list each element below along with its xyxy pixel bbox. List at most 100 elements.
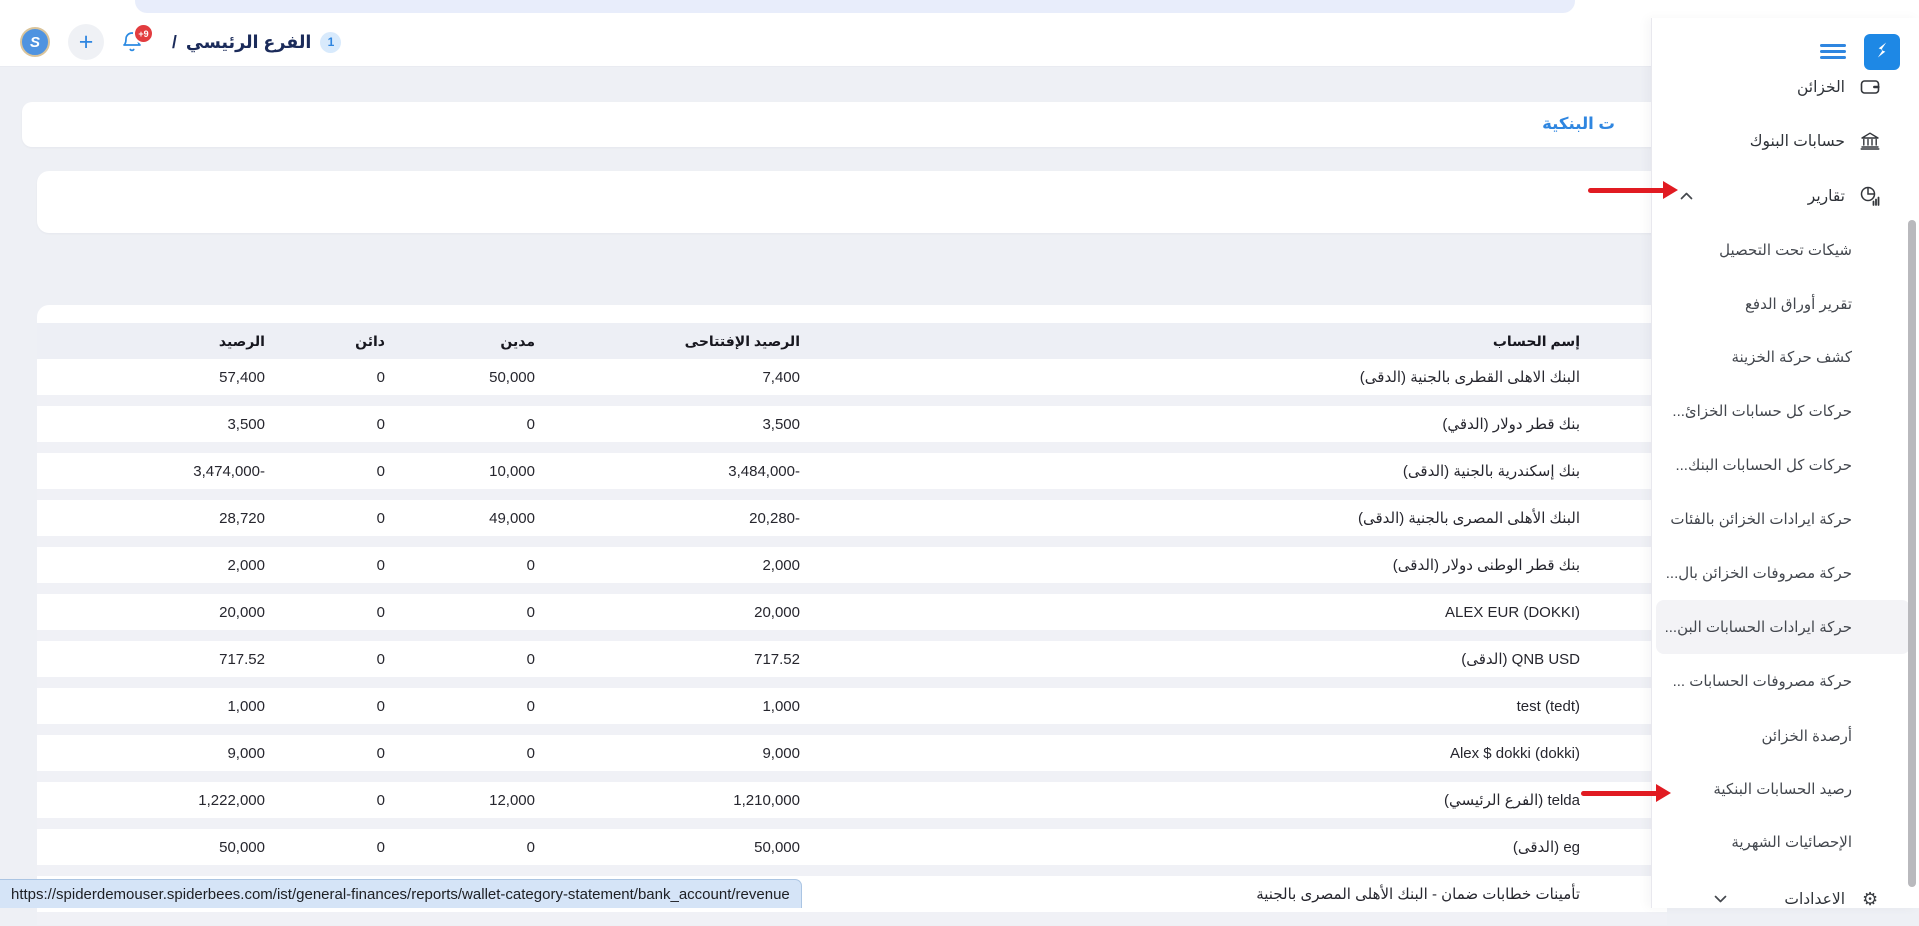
- sidebar-item-3[interactable]: تقارير: [1652, 169, 1919, 223]
- status-url-tooltip: https://spiderdemouser.spiderbees.com/is…: [0, 879, 802, 908]
- table-row[interactable]: 20,0000020,000ALEX EUR (DOKKI): [37, 594, 1667, 630]
- sidebar-item-9[interactable]: حركة ايرادات الخزائن بالفئات: [1652, 492, 1919, 546]
- table-row[interactable]: 717.5200717.52QNB USD (الدقى): [37, 641, 1667, 677]
- sidebar-item-label: حركات كل حسابات الخزائ...: [1672, 402, 1852, 420]
- cell-opening-balance: 3,484,000-: [535, 463, 800, 480]
- column-header-account-name: إسم الحساب: [800, 333, 1667, 350]
- sidebar-item-label: الاعدادات: [1784, 890, 1845, 909]
- cell-credit: 0: [265, 604, 385, 621]
- sidebar-item-label: الخزائن: [1797, 78, 1845, 97]
- table-row[interactable]: 28,720049,00020,280-البنك الأهلى المصرى …: [37, 500, 1667, 536]
- sidebar-item-14[interactable]: رصيد الحسابات البنكية: [1652, 762, 1919, 816]
- cell-balance: 1,222,000: [37, 792, 265, 809]
- scrollbar-thumb[interactable]: [1908, 220, 1916, 887]
- cell-debit: 10,000: [385, 463, 535, 480]
- breadcrumb-separator: /: [172, 32, 177, 53]
- cell-debit: 0: [385, 698, 535, 715]
- sidebar-item-label: حركة مصروفات الحسابات ...: [1673, 672, 1852, 690]
- reports-icon: [1859, 185, 1881, 207]
- sidebar-item-label: حسابات البنوك: [1750, 132, 1845, 151]
- sidebar-item-11[interactable]: حركة ايرادات الحسابات البن...: [1656, 600, 1910, 654]
- annotation-arrow-reports: [1588, 181, 1678, 199]
- cell-debit: 12,000: [385, 792, 535, 809]
- cell-opening-balance: 50,000: [535, 839, 800, 856]
- sidebar-item-label: تقرير أوراق الدفع: [1745, 295, 1852, 313]
- sidebar-item-label: حركات كل الحسابات البنك...: [1675, 456, 1852, 474]
- table-row[interactable]: 3,474,000-010,0003,484,000-بنك إسكندرية …: [37, 453, 1667, 489]
- cell-balance: 50,000: [37, 839, 265, 856]
- sidebar-item-16[interactable]: ⚙ الاعدادات: [1652, 872, 1919, 926]
- sidebar-item-12[interactable]: حركة مصروفات الحسابات ...: [1652, 654, 1919, 708]
- column-header-credit: دائن: [265, 333, 385, 350]
- sidebar-item-15[interactable]: الإحصائيات الشهرية: [1652, 815, 1919, 869]
- cell-debit: 0: [385, 745, 535, 762]
- table-row[interactable]: 50,0000050,000eg (الدقى): [37, 829, 1667, 865]
- cell-balance: 3,500: [37, 416, 265, 433]
- sidebar-item-6[interactable]: كشف حركة الخزينة: [1652, 330, 1919, 384]
- sidebar-item-1[interactable]: الخزائن: [1652, 60, 1919, 114]
- sidebar-item-label: شيكات تحت التحصيل: [1719, 241, 1852, 259]
- notifications-button[interactable]: +9: [120, 29, 144, 55]
- sidebar-item-2[interactable]: حسابات البنوك: [1652, 114, 1919, 168]
- cell-debit: 49,000: [385, 510, 535, 527]
- bell-icon: [120, 42, 144, 59]
- cell-account-name: eg (الدقى): [800, 838, 1667, 856]
- cell-balance: 1,000: [37, 698, 265, 715]
- brand-logo-circle[interactable]: S: [20, 27, 50, 57]
- cell-credit: 0: [265, 651, 385, 668]
- cell-balance: 2,000: [37, 557, 265, 574]
- brand-logo-letter: S: [30, 34, 40, 51]
- cell-debit: 50,000: [385, 369, 535, 386]
- sidebar-item-label: أرصدة الخزائن: [1761, 727, 1852, 745]
- app-header: S + +9 1 الفرع الرئيسي /: [0, 18, 1919, 67]
- sidebar-item-label: تقارير: [1808, 187, 1845, 206]
- cell-balance: 57,400: [37, 369, 265, 386]
- chevron-up-icon: [1680, 192, 1693, 200]
- cell-opening-balance: 717.52: [535, 651, 800, 668]
- sidebar-item-label: الإحصائيات الشهرية: [1731, 833, 1852, 851]
- sidebar-item-5[interactable]: تقرير أوراق الدفع: [1652, 277, 1919, 331]
- sidebar-item-label: رصيد الحسابات البنكية: [1713, 780, 1852, 798]
- cell-debit: 0: [385, 651, 535, 668]
- breadcrumb[interactable]: 1 الفرع الرئيسي /: [172, 32, 341, 53]
- cell-opening-balance: 20,000: [535, 604, 800, 621]
- table-row[interactable]: 1,222,000012,0001,210,000telda (الفرع ال…: [37, 782, 1667, 818]
- sidebar-item-13[interactable]: أرصدة الخزائن: [1652, 709, 1919, 763]
- cell-account-name: بنك قطر دولار (الدقي): [800, 415, 1667, 433]
- table-row[interactable]: 9,000009,000Alex $ dokki (dokki): [37, 735, 1667, 771]
- cell-account-name: بنك قطر الوطنى دولار (الدقى): [800, 556, 1667, 574]
- cell-account-name: Alex $ dokki (dokki): [800, 745, 1667, 762]
- cell-account-name: ALEX EUR (DOKKI): [800, 604, 1667, 621]
- sidebar-item-label: حركة ايرادات الخزائن بالفئات: [1670, 510, 1852, 528]
- table-row[interactable]: 57,400050,0007,400البنك الاهلى القطرى با…: [37, 359, 1667, 395]
- table-row[interactable]: 1,000001,000test (tedt): [37, 688, 1667, 724]
- sidebar-item-8[interactable]: حركات كل الحسابات البنك...: [1652, 438, 1919, 492]
- cell-credit: 0: [265, 839, 385, 856]
- sidebar-item-7[interactable]: حركات كل حسابات الخزائ...: [1652, 384, 1919, 438]
- table-row[interactable]: 2,000002,000بنك قطر الوطنى دولار (الدقى): [37, 547, 1667, 583]
- cell-balance: 717.52: [37, 651, 265, 668]
- branch-count-badge: 1: [320, 32, 341, 53]
- add-button[interactable]: +: [68, 24, 104, 60]
- table-row[interactable]: 3,500003,500بنك قطر دولار (الدقي): [37, 406, 1667, 442]
- cell-account-name: telda (الفرع الرئيسي): [800, 791, 1667, 809]
- cell-account-name: بنك إسكندرية بالجنية (الدقى): [800, 462, 1667, 480]
- page-title: ت البنكية: [1542, 102, 1615, 147]
- cell-debit: 0: [385, 604, 535, 621]
- cell-opening-balance: 7,400: [535, 369, 800, 386]
- cell-credit: 0: [265, 792, 385, 809]
- table-card-top: [37, 305, 1667, 323]
- cell-opening-balance: 20,280-: [535, 510, 800, 527]
- cell-account-name: test (tedt): [800, 698, 1667, 715]
- sidebar-item-4[interactable]: شيكات تحت التحصيل: [1652, 223, 1919, 277]
- cell-opening-balance: 1,210,000: [535, 792, 800, 809]
- cell-opening-balance: 1,000: [535, 698, 800, 715]
- cell-opening-balance: 9,000: [535, 745, 800, 762]
- cell-balance: 9,000: [37, 745, 265, 762]
- sidebar-item-10[interactable]: حركة مصروفات الخزائن بال...: [1652, 546, 1919, 600]
- sidebar-item-label: كشف حركة الخزينة: [1731, 348, 1852, 366]
- header-left-cluster: S + +9 1 الفرع الرئيسي /: [20, 18, 341, 66]
- column-header-balance: الرصيد: [37, 333, 265, 350]
- gear-icon: ⚙: [1859, 888, 1881, 910]
- column-header-opening-balance: الرصيد الإفتتاحى: [535, 333, 800, 350]
